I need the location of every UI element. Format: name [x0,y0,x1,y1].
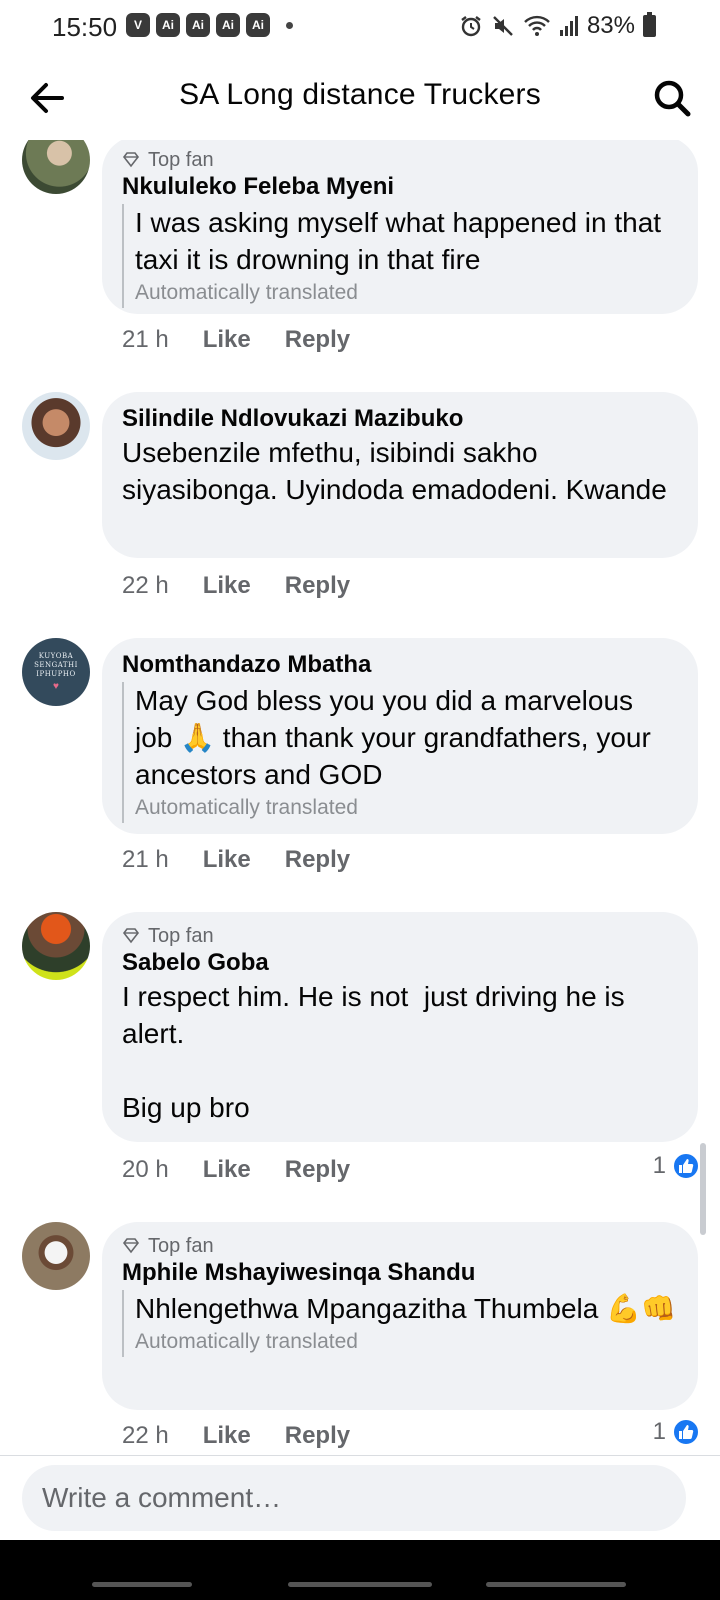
comment-actions: 21 h Like Reply [122,326,350,354]
translated-block: May God bless you you did a marvelous jo… [122,682,678,823]
signal-icon [559,16,578,36]
comment-author[interactable]: Nkululeko Feleba Myeni [122,172,678,202]
comment-time: 22 h [122,572,169,599]
notification-app-icon: Ai [156,13,180,37]
reply-button[interactable]: Reply [285,1422,350,1450]
notification-app-icon: Ai [186,13,210,37]
diamond-icon [122,928,140,944]
comment-actions: 22 h Like Reply [122,572,350,600]
avatar[interactable] [22,1222,90,1290]
comment-time: 21 h [122,846,169,873]
comment-text: I was asking myself what happened in tha… [135,207,669,275]
search-button[interactable] [650,76,694,120]
comment-composer[interactable] [22,1465,686,1531]
notification-icons: V Ai Ai Ai Ai [126,13,293,37]
comment-time: 21 h [122,326,169,353]
diamond-icon [122,152,140,168]
comment-author[interactable]: Mphile Mshayiwesinqa Shandu [122,1258,678,1288]
auto-translated-label[interactable]: Automatically translated [135,278,678,308]
top-fan-badge: Top fan [122,1234,678,1258]
battery-percentage: 83% [586,12,635,39]
nav-home-button[interactable] [288,1582,432,1587]
like-button[interactable]: Like [203,846,251,874]
wifi-icon [524,15,550,36]
reply-button[interactable]: Reply [285,572,350,600]
comment-time: 20 h [122,1156,169,1183]
top-fan-label: Top fan [148,148,214,171]
system-navigation-bar [0,1540,720,1600]
notification-app-icon: V [126,13,150,37]
page-title: SA Long distance Truckers [179,78,541,111]
top-fan-badge: Top fan [122,924,678,948]
reaction-count: 1 [652,1418,666,1445]
comment-input[interactable] [22,1465,686,1531]
divider [0,1455,720,1456]
comment-bubble[interactable]: Top fan Mphile Mshayiwesinqa Shandu Nhle… [102,1222,698,1410]
notification-app-icon: Ai [246,13,270,37]
auto-translated-label[interactable]: Automatically translated [135,793,678,823]
reply-button[interactable]: Reply [285,1156,350,1184]
more-notifications-icon [286,21,293,29]
avatar[interactable] [22,912,90,980]
reply-button[interactable]: Reply [285,846,350,874]
comments-list[interactable]: Top fan Nkululeko Feleba Myeni I was ask… [0,140,720,1455]
system-icons: 83% [459,12,656,40]
comment-bubble[interactable]: Top fan Sabelo Goba I respect him. He is… [102,912,698,1142]
comment-author[interactable]: Sabelo Goba [122,948,678,978]
thumbs-up-icon [672,1152,700,1180]
thumbs-up-icon [672,1418,700,1446]
avatar[interactable]: KUYOBA SENGATHI IPHUPHO ♥ [22,638,90,706]
like-button[interactable]: Like [203,326,251,354]
comment-time: 22 h [122,1422,169,1449]
comment-text: Nhlengethwa Mpangazitha Thumbela 💪👊 [135,1293,676,1324]
alarm-icon [461,16,481,37]
nav-recents-button[interactable] [92,1582,192,1587]
avatar-caption: KUYOBA SENGATHI IPHUPHO [34,652,78,678]
heart-icon: ♥ [53,681,59,692]
battery-icon [643,12,656,37]
avatar[interactable] [22,392,90,460]
reply-button[interactable]: Reply [285,326,350,354]
search-icon [654,80,691,117]
mute-icon [493,16,513,36]
app-header: SA Long distance Truckers [0,58,720,138]
like-button[interactable]: Like [203,1156,251,1184]
like-button[interactable]: Like [203,1422,251,1450]
comment-author[interactable]: Silindile Ndlovukazi Mazibuko [122,404,678,434]
status-time: 15:50 [52,12,118,42]
comment-actions: 22 h Like Reply [122,1422,350,1450]
comment-bubble[interactable]: Silindile Ndlovukazi Mazibuko Usebenzile… [102,392,698,558]
scrollbar[interactable] [700,1143,706,1235]
comment-actions: 20 h Like Reply [122,1156,350,1184]
translated-block: Nhlengethwa Mpangazitha Thumbela 💪👊 Auto… [122,1290,678,1357]
reaction-summary[interactable]: 1 [653,1152,700,1180]
comment-bubble[interactable]: Nomthandazo Mbatha May God bless you you… [102,638,698,834]
top-fan-label: Top fan [148,924,214,947]
comment-text: May God bless you you did a marvelous jo… [135,685,659,790]
nav-back-button[interactable] [486,1582,626,1587]
avatar[interactable] [22,140,90,194]
top-fan-label: Top fan [148,1234,214,1257]
reaction-summary[interactable]: 1 [653,1418,700,1446]
auto-translated-label[interactable]: Automatically translated [135,1327,678,1357]
comment-text: I respect him. He is not just driving he… [122,981,625,1123]
like-button[interactable]: Like [203,572,251,600]
comment-bubble[interactable]: Top fan Nkululeko Feleba Myeni I was ask… [102,140,698,314]
top-fan-badge: Top fan [122,148,678,172]
comment-author[interactable]: Nomthandazo Mbatha [122,650,678,680]
reaction-count: 1 [652,1152,666,1179]
translated-block: I was asking myself what happened in tha… [122,204,678,308]
comment-actions: 21 h Like Reply [122,846,350,874]
comment-text: Usebenzile mfethu, isibindi sakho siyasi… [122,437,667,505]
notification-app-icon: Ai [216,13,240,37]
diamond-icon [122,1238,140,1254]
status-bar: 15:50 V Ai Ai Ai Ai 83% [0,0,720,56]
